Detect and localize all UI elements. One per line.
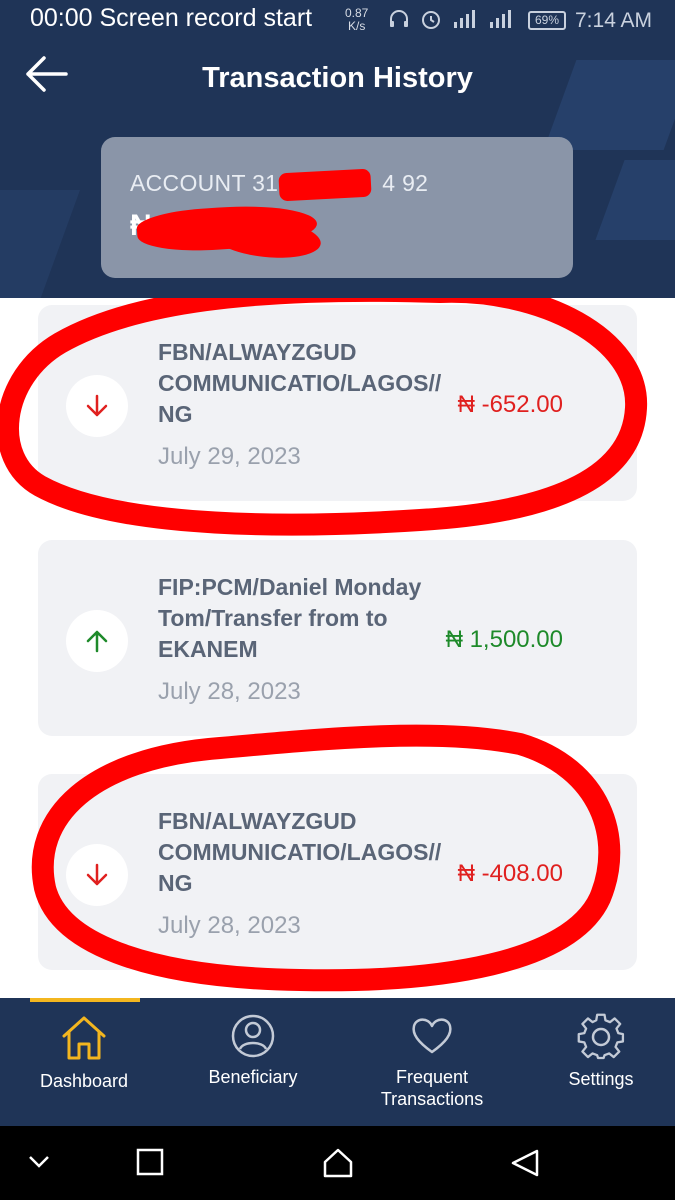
back-nav-button[interactable]: [510, 1148, 540, 1183]
transaction-list: FBN/ALWAYZGUD COMMUNICATIO/LAGOS// NG Ju…: [0, 298, 675, 998]
transaction-description: FBN/ALWAYZGUD COMMUNICATIO/LAGOS// NG: [158, 808, 442, 896]
transaction-item[interactable]: FBN/ALWAYZGUD COMMUNICATIO/LAGOS// NG Ju…: [38, 305, 637, 501]
page-title: Transaction History: [202, 62, 473, 94]
recents-button[interactable]: [136, 1148, 164, 1181]
house-outline-icon: [323, 1148, 353, 1178]
transaction-amount: ₦ -652.00: [457, 391, 563, 418]
home-icon: [62, 1016, 106, 1060]
account-suffix: 4 92: [382, 170, 429, 196]
header-decoration: [0, 190, 81, 298]
account-label: ACCOUNT 31: [130, 170, 279, 196]
clock: 7:14 AM: [575, 9, 653, 32]
arrow-down-icon: [86, 863, 108, 886]
triangle-back-icon: [511, 1149, 539, 1177]
transaction-description: FIP:PCM/Daniel Monday Tom/Transfer from …: [158, 574, 422, 662]
signal-icon-2: [490, 10, 511, 28]
square-icon: [136, 1148, 164, 1176]
screen-record-text: 00:00 Screen record start: [30, 4, 313, 32]
headphones-icon: [390, 10, 408, 27]
nav-label: Dashboard: [39, 1071, 129, 1091]
nav-label: Frequent Transactions: [380, 1067, 484, 1109]
status-bar: 00:00 Screen record start 0.87 K/s 69% 7…: [0, 0, 675, 40]
transaction-amount: ₦ -408.00: [457, 860, 563, 887]
transaction-item[interactable]: FBN/ALWAYZGUD COMMUNICATIO/LAGOS// NG Ju…: [38, 774, 637, 970]
arrow-down-icon: [86, 394, 108, 417]
header: Transaction History ACCOUNT 314 92 ₦: [0, 40, 675, 298]
home-button[interactable]: [322, 1148, 354, 1183]
signal-icon: [454, 10, 475, 28]
system-nav-bar: [0, 1126, 675, 1200]
battery-indicator: 69%: [528, 11, 566, 30]
bottom-nav: Dashboard Beneficiary Frequent Transacti…: [0, 998, 675, 1126]
transaction-item[interactable]: FIP:PCM/Daniel Monday Tom/Transfer from …: [38, 540, 637, 736]
transaction-amount: ₦ 1,500.00: [445, 626, 563, 653]
transaction-date: July 28, 2023: [158, 912, 301, 939]
network-speed-unit: K/s: [348, 19, 366, 33]
status-icons: [388, 8, 514, 30]
redaction-mark: [278, 168, 372, 202]
transaction-description: FBN/ALWAYZGUD COMMUNICATIO/LAGOS// NG: [158, 339, 442, 427]
nav-beneficiary[interactable]: Beneficiary: [193, 1012, 313, 1088]
network-speed: 0.87 K/s: [345, 7, 368, 33]
nav-frequent-transactions[interactable]: Frequent Transactions: [362, 1012, 502, 1110]
transaction-date: July 29, 2023: [158, 443, 301, 470]
nav-label: Settings: [568, 1069, 634, 1089]
header-decoration: [595, 160, 675, 240]
account-card: ACCOUNT 314 92 ₦: [101, 137, 573, 278]
heart-icon: [412, 1018, 452, 1054]
gear-icon: [577, 1013, 625, 1060]
arrow-up-icon: [86, 630, 108, 653]
nav-settings[interactable]: Settings: [551, 1012, 651, 1090]
nav-dashboard[interactable]: Dashboard: [24, 1012, 144, 1092]
user-icon: [231, 1014, 275, 1058]
credit-indicator: [66, 610, 128, 672]
transaction-date: July 28, 2023: [158, 678, 301, 705]
debit-indicator: [66, 375, 128, 437]
hide-nav-button[interactable]: [26, 1148, 52, 1179]
chevron-down-icon: [29, 1156, 49, 1168]
nav-label: Beneficiary: [208, 1067, 298, 1087]
alarm-icon: [422, 11, 440, 29]
debit-indicator: [66, 844, 128, 906]
active-tab-indicator: [30, 998, 140, 1002]
